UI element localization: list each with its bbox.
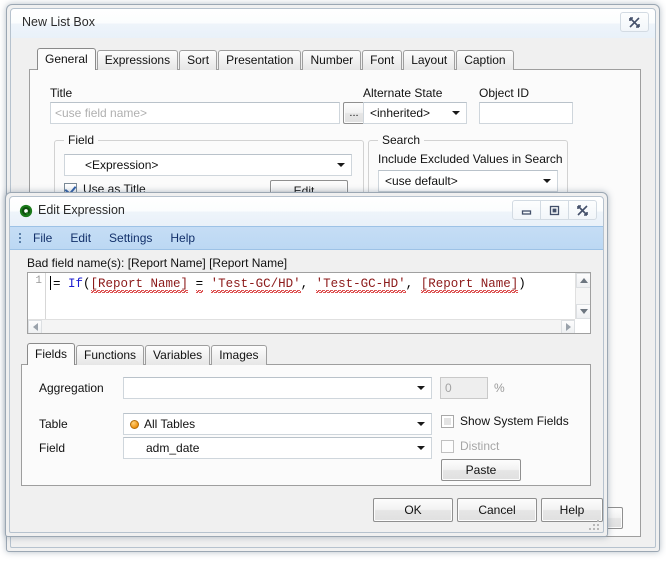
menu-item-edit[interactable]: Edit — [61, 229, 100, 247]
qlik-icon — [19, 204, 33, 218]
chevron-down-icon — [337, 163, 345, 167]
include-excluded-value: <use default> — [385, 174, 458, 188]
field-expression-combo-value: <Expression> — [85, 158, 159, 172]
tab-images[interactable]: Images — [211, 345, 267, 365]
chevron-down-icon — [452, 111, 460, 115]
expression-text: = If([Report Name] = 'Test-GC/HD', 'Test… — [53, 277, 526, 293]
field-groupbox-legend: Field — [64, 133, 99, 147]
alternate-state-value: <inherited> — [370, 106, 431, 120]
field-label: Field — [39, 441, 66, 455]
menu-item-file[interactable]: File — [24, 229, 61, 247]
show-system-fields-checkbox[interactable]: Show System Fields — [441, 414, 569, 428]
scroll-up-button[interactable] — [576, 273, 590, 288]
expression-tabstrip: Fields Functions Variables Images — [27, 343, 268, 365]
tab-number[interactable]: Number — [302, 50, 362, 70]
close-button[interactable] — [568, 200, 597, 220]
listbox-tabstrip: General Expressions Sort Presentation Nu… — [37, 48, 515, 70]
screen: New List Box General Expressions Sort Pr… — [0, 0, 666, 564]
aggregation-combo[interactable] — [123, 377, 432, 399]
tab-presentation[interactable]: Presentation — [218, 50, 302, 70]
title-browse-button[interactable]: ... — [343, 102, 365, 124]
table-label: Table — [39, 417, 68, 431]
new-list-box-title: New List Box — [22, 15, 95, 29]
arrow-right-icon — [565, 323, 571, 331]
editor-horizontal-scrollbar[interactable] — [28, 319, 575, 333]
scroll-right-button[interactable] — [561, 320, 575, 333]
edit-expression-window: Edit Expression File Edit Settings Help … — [5, 192, 608, 537]
tab-sort[interactable]: Sort — [179, 50, 218, 70]
restore-button[interactable] — [540, 200, 569, 220]
chevron-down-icon — [417, 422, 425, 426]
object-id-input[interactable] — [479, 102, 573, 124]
editor-line-number: 1 — [35, 275, 42, 287]
object-id-label: Object ID — [479, 86, 530, 100]
percent-input[interactable]: 0 — [440, 377, 488, 399]
edit-expression-menubar: File Edit Settings Help — [10, 226, 603, 250]
ok-button[interactable]: OK — [373, 498, 453, 522]
include-excluded-label: Include Excluded Values in Search — [378, 152, 563, 166]
cancel-button[interactable]: Cancel — [457, 498, 537, 522]
tab-expressions[interactable]: Expressions — [96, 50, 179, 70]
checkbox-box — [441, 439, 454, 453]
table-combo[interactable]: All Tables — [123, 413, 432, 435]
title-input[interactable]: <use field name> — [50, 102, 340, 124]
scroll-left-button[interactable] — [28, 320, 42, 333]
editor-vertical-scrollbar[interactable] — [575, 273, 590, 319]
new-list-box-caption-buttons — [620, 12, 649, 32]
arrow-up-icon — [579, 278, 588, 283]
tab-variables[interactable]: Variables — [145, 345, 211, 365]
aggregation-label: Aggregation — [39, 381, 104, 395]
search-groupbox-legend: Search — [378, 133, 425, 147]
scroll-down-button[interactable] — [576, 304, 590, 319]
arrow-down-icon — [579, 309, 588, 314]
arrow-left-icon — [32, 323, 38, 331]
tab-layout[interactable]: Layout — [403, 50, 456, 70]
title-label: Title — [50, 86, 73, 100]
menu-grip-handle[interactable] — [15, 227, 24, 249]
alternate-state-combo[interactable]: <inherited> — [363, 102, 467, 124]
menu-item-settings[interactable]: Settings — [100, 229, 161, 247]
fields-panel: Aggregation 0 % Table All Tables Field a… — [21, 364, 591, 486]
expression-editor[interactable]: 1 = If([Report Name] = 'Test-GC/HD', 'Te… — [27, 272, 591, 334]
edit-expression-title: Edit Expression — [38, 203, 125, 217]
new-list-box-titlebar: New List Box — [11, 9, 655, 38]
chevron-down-icon — [543, 179, 551, 183]
editor-caret — [50, 276, 51, 290]
table-value: All Tables — [144, 417, 196, 431]
field-value: adm_date — [146, 441, 200, 455]
field-combo[interactable]: adm_date — [123, 437, 432, 459]
close-icon — [629, 16, 640, 28]
table-bullet-icon — [130, 420, 139, 429]
include-excluded-combo[interactable]: <use default> — [378, 170, 558, 192]
minimize-icon — [521, 209, 532, 215]
edit-expression-titlebar: Edit Expression — [10, 197, 603, 226]
menu-item-help[interactable]: Help — [161, 229, 204, 247]
minimize-button[interactable] — [512, 200, 541, 220]
tab-font[interactable]: Font — [362, 50, 403, 70]
close-button[interactable] — [620, 12, 649, 32]
tab-general[interactable]: General — [37, 48, 96, 70]
alternate-state-label: Alternate State — [363, 86, 443, 100]
resize-grip[interactable] — [589, 518, 601, 530]
tab-functions[interactable]: Functions — [76, 345, 145, 365]
distinct-checkbox: Distinct — [441, 439, 499, 453]
checkbox-box — [441, 414, 454, 428]
tab-caption[interactable]: Caption — [456, 50, 514, 70]
edit-expression-window-inner: Edit Expression File Edit Settings Help … — [9, 196, 604, 533]
percent-symbol: % — [494, 381, 505, 395]
paste-button[interactable]: Paste — [441, 459, 521, 481]
edit-expression-caption-buttons — [512, 200, 597, 220]
chevron-down-icon — [417, 446, 425, 450]
restore-icon — [549, 205, 560, 215]
close-icon — [577, 204, 588, 216]
distinct-label: Distinct — [460, 439, 500, 453]
bad-field-error-message: Bad field name(s): [Report Name] [Report… — [27, 256, 288, 270]
tab-fields[interactable]: Fields — [27, 343, 76, 365]
show-system-fields-label: Show System Fields — [460, 414, 569, 428]
chevron-down-icon — [417, 386, 425, 390]
field-expression-combo[interactable]: <Expression> — [64, 154, 352, 176]
